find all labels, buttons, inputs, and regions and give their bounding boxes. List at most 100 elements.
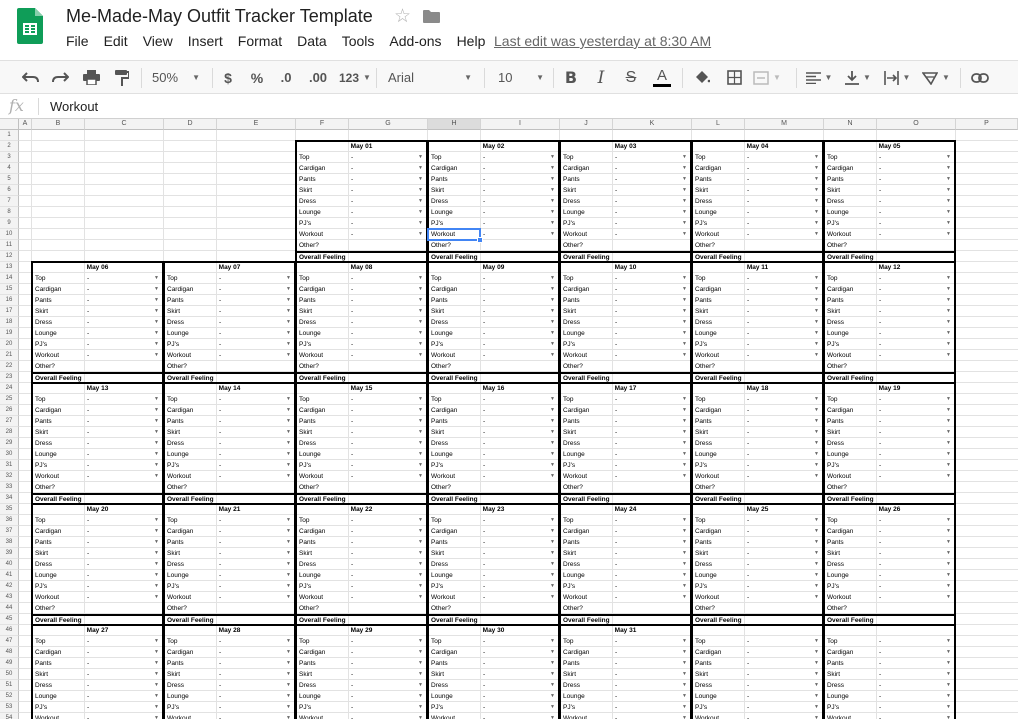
dropdown-arrow-icon[interactable]: ▼ [814,317,819,328]
outfit-dropdown-value[interactable]: - [879,515,881,526]
outfit-dropdown-value[interactable]: - [351,295,353,306]
outfit-dropdown-value[interactable]: - [879,636,881,647]
dropdown-arrow-icon[interactable]: ▼ [550,471,555,482]
dropdown-arrow-icon[interactable]: ▼ [418,548,423,559]
dropdown-arrow-icon[interactable]: ▼ [682,471,687,482]
dropdown-arrow-icon[interactable]: ▼ [418,570,423,581]
dropdown-arrow-icon[interactable]: ▼ [682,647,687,658]
other-notes-row[interactable]: Other? [165,361,294,372]
outfit-dropdown-value[interactable]: - [219,460,221,471]
outfit-dropdown-value[interactable]: - [747,163,749,174]
outfit-dropdown-value[interactable]: - [615,185,617,196]
dropdown-arrow-icon[interactable]: ▼ [286,515,291,526]
dropdown-arrow-icon[interactable]: ▼ [286,317,291,328]
row-header-3[interactable]: 3 [0,152,19,163]
dropdown-arrow-icon[interactable]: ▼ [418,405,423,416]
dropdown-arrow-icon[interactable]: ▼ [286,350,291,361]
row-header-46[interactable]: 46 [0,625,19,636]
row-header-19[interactable]: 19 [0,328,19,339]
dropdown-arrow-icon[interactable]: ▼ [286,691,291,702]
outfit-dropdown-value[interactable]: - [483,273,485,284]
dropdown-arrow-icon[interactable]: ▼ [682,405,687,416]
outfit-dropdown-value[interactable]: - [879,339,881,350]
column-header-d[interactable]: D [164,119,217,130]
dropdown-arrow-icon[interactable]: ▼ [154,658,159,669]
outfit-dropdown-value[interactable]: - [747,328,749,339]
dropdown-arrow-icon[interactable]: ▼ [946,207,951,218]
dropdown-arrow-icon[interactable]: ▼ [550,339,555,350]
dropdown-arrow-icon[interactable]: ▼ [946,185,951,196]
outfit-dropdown-value[interactable]: - [879,196,881,207]
dropdown-arrow-icon[interactable]: ▼ [946,284,951,295]
horizontal-align-button[interactable]: ▼ [803,61,835,94]
outfit-dropdown-value[interactable]: - [747,570,749,581]
dropdown-arrow-icon[interactable]: ▼ [946,218,951,229]
outfit-dropdown-value[interactable]: - [219,691,221,702]
row-header-28[interactable]: 28 [0,427,19,438]
outfit-dropdown-value[interactable]: - [483,163,485,174]
dropdown-arrow-icon[interactable]: ▼ [814,559,819,570]
outfit-dropdown-value[interactable]: - [87,350,89,361]
dropdown-arrow-icon[interactable]: ▼ [682,284,687,295]
dropdown-arrow-icon[interactable]: ▼ [946,713,951,719]
other-notes-row[interactable]: Other? [33,482,162,493]
dropdown-arrow-icon[interactable]: ▼ [550,438,555,449]
dropdown-arrow-icon[interactable]: ▼ [286,592,291,603]
dropdown-arrow-icon[interactable]: ▼ [946,152,951,163]
other-notes-row[interactable]: Other? [825,240,954,251]
dropdown-arrow-icon[interactable]: ▼ [418,152,423,163]
outfit-dropdown-value[interactable]: - [615,460,617,471]
dropdown-arrow-icon[interactable]: ▼ [550,416,555,427]
outfit-dropdown-value[interactable]: - [483,295,485,306]
dropdown-arrow-icon[interactable]: ▼ [418,581,423,592]
dropdown-arrow-icon[interactable]: ▼ [946,438,951,449]
outfit-dropdown-value[interactable]: - [483,196,485,207]
outfit-dropdown-value[interactable]: - [615,691,617,702]
dropdown-arrow-icon[interactable]: ▼ [286,581,291,592]
dropdown-arrow-icon[interactable]: ▼ [286,405,291,416]
outfit-dropdown-value[interactable]: - [747,295,749,306]
dropdown-arrow-icon[interactable]: ▼ [154,515,159,526]
outfit-dropdown-value[interactable]: - [483,394,485,405]
menu-insert[interactable]: Insert [188,33,223,49]
outfit-dropdown-value[interactable]: - [747,273,749,284]
dropdown-arrow-icon[interactable]: ▼ [946,295,951,306]
row-header-22[interactable]: 22 [0,361,19,372]
dropdown-arrow-icon[interactable]: ▼ [418,350,423,361]
outfit-dropdown-value[interactable]: - [747,702,749,713]
dropdown-arrow-icon[interactable]: ▼ [814,471,819,482]
row-header-7[interactable]: 7 [0,196,19,207]
dropdown-arrow-icon[interactable]: ▼ [946,405,951,416]
dropdown-arrow-icon[interactable]: ▼ [550,284,555,295]
outfit-dropdown-value[interactable]: - [879,185,881,196]
dropdown-arrow-icon[interactable]: ▼ [418,196,423,207]
dropdown-arrow-icon[interactable]: ▼ [946,647,951,658]
outfit-dropdown-value[interactable]: - [351,570,353,581]
outfit-dropdown-value[interactable]: - [351,471,353,482]
dropdown-arrow-icon[interactable]: ▼ [550,328,555,339]
spreadsheet-grid[interactable]: ABCDEFGHIJKLMNOP 1 2 3 4 5 6 7 8 9 10 11 12 13 14 15 16… [0,119,1018,719]
dropdown-arrow-icon[interactable]: ▼ [154,669,159,680]
dropdown-arrow-icon[interactable]: ▼ [946,350,951,361]
outfit-dropdown-value[interactable]: - [87,526,89,537]
bold-button[interactable]: B [560,61,582,94]
outfit-dropdown-value[interactable]: - [879,163,881,174]
outfit-dropdown-value[interactable]: - [615,174,617,185]
dropdown-arrow-icon[interactable]: ▼ [154,592,159,603]
dropdown-arrow-icon[interactable]: ▼ [550,152,555,163]
menu-format[interactable]: Format [238,33,282,49]
dropdown-arrow-icon[interactable]: ▼ [946,669,951,680]
dropdown-arrow-icon[interactable]: ▼ [946,196,951,207]
column-header-k[interactable]: K [613,119,692,130]
dropdown-arrow-icon[interactable]: ▼ [682,427,687,438]
row-header-39[interactable]: 39 [0,548,19,559]
dropdown-arrow-icon[interactable]: ▼ [154,636,159,647]
outfit-dropdown-value[interactable]: - [747,416,749,427]
outfit-dropdown-value[interactable]: - [615,328,617,339]
dropdown-arrow-icon[interactable]: ▼ [946,658,951,669]
dropdown-arrow-icon[interactable]: ▼ [154,284,159,295]
dropdown-arrow-icon[interactable]: ▼ [550,581,555,592]
outfit-dropdown-value[interactable]: - [747,405,749,416]
outfit-dropdown-value[interactable]: - [879,658,881,669]
outfit-dropdown-value[interactable]: - [87,295,89,306]
